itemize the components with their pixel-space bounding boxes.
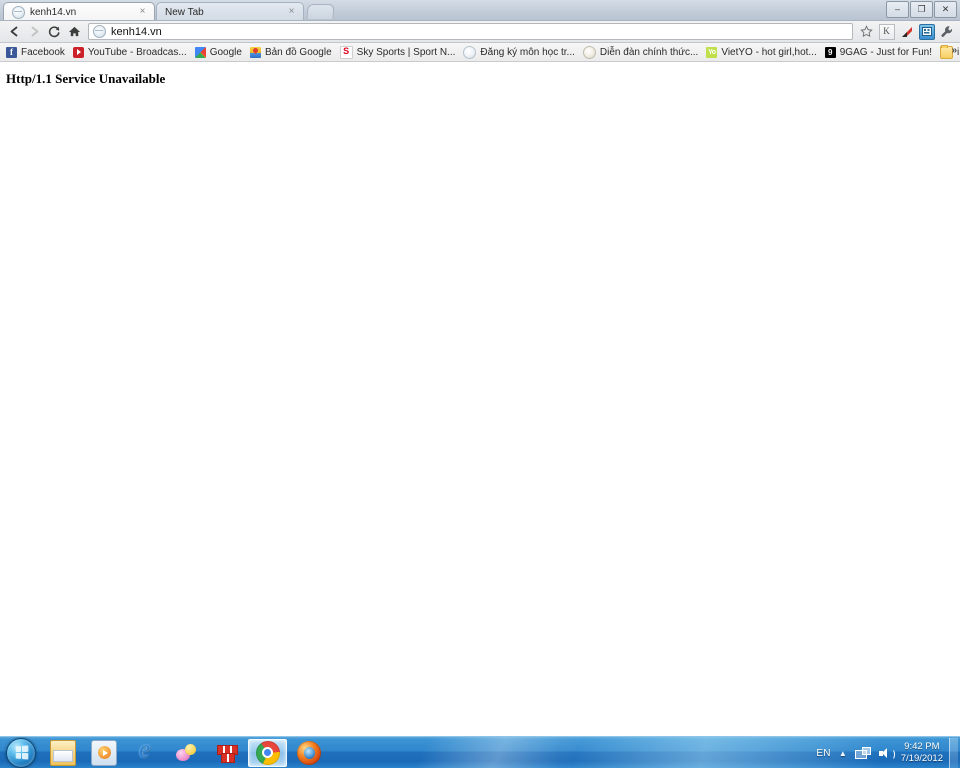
volume-glyph xyxy=(878,746,895,761)
bookmark-label: Facebook xyxy=(21,46,65,58)
sky-sports-icon xyxy=(339,45,353,59)
forum-icon xyxy=(582,45,596,59)
tab-strip: kenh14.vn × New Tab × – ❐ ✕ xyxy=(0,0,960,21)
extension-k-glyph: K xyxy=(878,23,895,40)
home-button[interactable] xyxy=(64,22,84,42)
system-tray: EN ▲ 9:42 PM 7/19/2012 xyxy=(812,737,960,768)
youtube-icon xyxy=(72,46,84,58)
bookmark-label: Google xyxy=(209,46,242,58)
chat-icon xyxy=(174,741,198,765)
bookmark-9gag[interactable]: 9 9GAG - Just for Fun! xyxy=(821,44,936,60)
taskbar-item-ie[interactable] xyxy=(125,737,164,767)
bookmark-sky-sports[interactable]: Sky Sports | Sport N... xyxy=(336,44,460,60)
windows-taskbar: EN ▲ 9:42 PM 7/19/2012 xyxy=(0,736,960,768)
taskbar-item-chrome[interactable] xyxy=(248,738,287,767)
bookmark-dien-dan[interactable]: Diễn đàn chính thức... xyxy=(579,44,702,60)
bookmarks-overflow-chevron-icon[interactable]: » xyxy=(951,45,957,56)
tiles-icon xyxy=(215,741,239,765)
bookmark-google-maps[interactable]: Bản đồ Google xyxy=(246,44,336,60)
forward-button xyxy=(24,22,44,42)
extension-blue-icon[interactable] xyxy=(917,22,936,41)
google-icon xyxy=(194,46,206,58)
bookmark-label: Sky Sports | Sport N... xyxy=(356,46,456,58)
bookmark-dang-ky-mon-hoc[interactable]: Đăng ký môn học tr... xyxy=(459,44,579,60)
address-bar[interactable]: kenh14.vn xyxy=(88,23,853,40)
network-glyph xyxy=(854,746,871,761)
bookmark-label: Bản đồ Google xyxy=(264,46,332,58)
taskbar-item-explorer[interactable] xyxy=(43,739,82,767)
bookmark-facebook[interactable]: f Facebook xyxy=(2,44,69,60)
screen: kenh14.vn × New Tab × – ❐ ✕ kenh14.vn K … xyxy=(0,0,960,768)
chrome-browser-window: kenh14.vn × New Tab × – ❐ ✕ kenh14.vn K … xyxy=(0,0,960,736)
clock-date: 7/19/2012 xyxy=(900,753,943,764)
start-orb-icon xyxy=(6,737,36,768)
firefox-icon xyxy=(296,740,321,765)
chevron-up-icon[interactable]: ▲ xyxy=(839,749,847,758)
extension-blue-glyph xyxy=(918,23,935,40)
bookmark-label: YouTube - Broadcas... xyxy=(87,46,187,58)
taskbar-item-firefox[interactable] xyxy=(289,739,328,767)
tab-kenh14[interactable]: kenh14.vn × xyxy=(3,2,155,20)
restore-button[interactable]: ❐ xyxy=(910,1,933,18)
tab-new-tab[interactable]: New Tab × xyxy=(156,2,304,20)
network-icon[interactable] xyxy=(854,746,871,761)
reload-button[interactable] xyxy=(44,22,64,42)
globe-icon xyxy=(12,5,25,19)
tab-title: kenh14.vn xyxy=(30,6,77,18)
bookmarks-bar: f Facebook YouTube - Broadcas... Google … xyxy=(0,43,960,62)
bookmark-star-icon[interactable] xyxy=(857,22,876,41)
google-maps-icon xyxy=(249,46,261,58)
address-bar-text: kenh14.vn xyxy=(111,25,162,38)
close-icon[interactable]: × xyxy=(286,6,297,18)
minimize-button[interactable]: – xyxy=(886,1,909,18)
start-orb[interactable] xyxy=(1,737,41,768)
close-window-button[interactable]: ✕ xyxy=(934,1,957,18)
clock-time: 9:42 PM xyxy=(904,741,940,752)
internet-explorer-icon xyxy=(133,737,157,765)
navigation-toolbar: kenh14.vn K xyxy=(0,21,960,43)
new-tab-button[interactable] xyxy=(306,4,335,19)
wrench-menu-icon[interactable] xyxy=(937,22,956,41)
taskbar-item-chat[interactable] xyxy=(166,739,205,767)
taskbar-item-wmp[interactable] xyxy=(84,739,123,767)
globe-icon xyxy=(93,25,106,38)
bookmark-youtube[interactable]: YouTube - Broadcas... xyxy=(69,44,191,60)
bookmark-label: Diễn đàn chính thức... xyxy=(599,46,699,58)
tab-title: New Tab xyxy=(165,6,204,18)
bookmark-google[interactable]: Google xyxy=(191,44,246,60)
window-controls: – ❐ ✕ xyxy=(885,1,957,18)
page-content: Http/1.1 Service Unavailable xyxy=(0,63,960,736)
generic-globe-icon xyxy=(463,45,477,59)
bookmark-label: VietYO - hot girl,hot... xyxy=(721,46,817,58)
page-error-heading: Http/1.1 Service Unavailable xyxy=(6,71,166,86)
back-button[interactable] xyxy=(4,22,24,42)
extension-k-icon[interactable]: K xyxy=(877,22,896,41)
chrome-icon xyxy=(255,740,280,765)
clock[interactable]: 9:42 PM 7/19/2012 xyxy=(901,741,943,765)
bookmark-vietyo[interactable]: Yo VietYO - hot girl,hot... xyxy=(702,44,820,60)
folder-icon xyxy=(49,739,76,766)
vietyo-icon: Yo xyxy=(706,46,718,58)
9gag-icon: 9 xyxy=(824,46,836,58)
language-indicator[interactable]: EN xyxy=(816,748,831,759)
show-desktop-button[interactable] xyxy=(949,738,958,768)
extension-red-icon[interactable] xyxy=(897,22,916,41)
facebook-icon: f xyxy=(6,46,17,58)
bookmark-label: Đăng ký môn học tr... xyxy=(480,46,575,58)
taskbar-item-tiles[interactable] xyxy=(207,739,246,767)
volume-icon[interactable] xyxy=(878,746,895,761)
windows-flag-icon xyxy=(15,745,28,760)
bookmark-label: 9GAG - Just for Fun! xyxy=(839,46,933,58)
close-icon[interactable]: × xyxy=(137,6,148,18)
media-player-icon xyxy=(90,739,117,766)
